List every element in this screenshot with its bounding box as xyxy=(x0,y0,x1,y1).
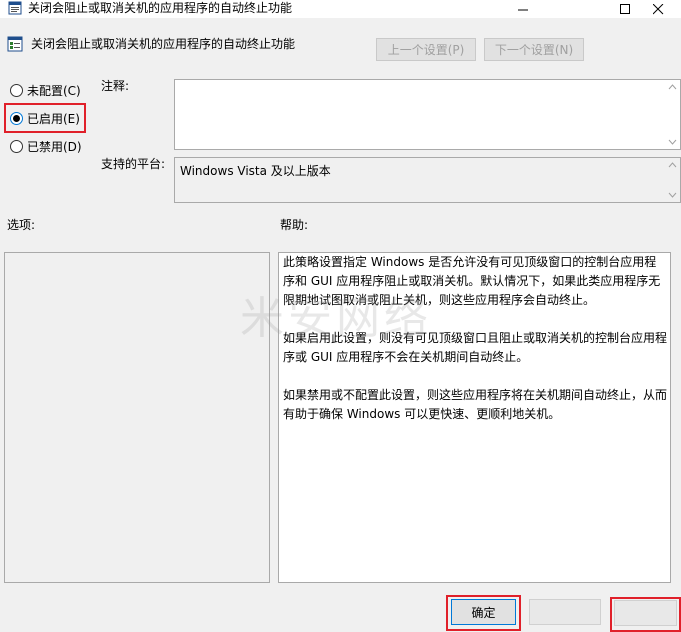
policy-setting-icon xyxy=(7,36,23,52)
window-title: 关闭会阻止或取消关机的应用程序的自动终止功能 xyxy=(28,1,293,15)
platform-value: Windows Vista 及以上版本 xyxy=(180,164,331,178)
maximize-icon xyxy=(619,3,630,14)
radio-button[interactable] xyxy=(10,83,23,97)
minimize-icon xyxy=(517,9,528,10)
help-label: 帮助: xyxy=(280,218,309,232)
radio-label: 已启用(E) xyxy=(27,111,80,126)
apply-button[interactable] xyxy=(614,600,677,626)
help-paragraph: 此策略设置指定 Windows 是否允许没有可见顶级窗口的控制台应用程序和 GU… xyxy=(283,255,661,307)
scroll-up-icon[interactable] xyxy=(668,84,677,90)
minimize-button[interactable] xyxy=(500,0,546,18)
radio-button[interactable] xyxy=(10,139,23,153)
comment-scrollbar[interactable] xyxy=(665,80,680,149)
platform-scrollbar[interactable] xyxy=(665,158,680,202)
policy-app-icon xyxy=(8,1,22,15)
next-setting-button[interactable]: 下一个设置(N) xyxy=(484,38,584,61)
cancel-button[interactable] xyxy=(529,599,601,625)
scroll-up-icon[interactable] xyxy=(668,162,677,168)
radio-not-configured[interactable]: 未配置(C) xyxy=(10,80,81,100)
help-paragraph: 如果禁用或不配置此设置，则这些应用程序将在关机期间自动终止，从而有助于确保 Wi… xyxy=(283,388,668,421)
ok-button[interactable]: 确定 xyxy=(451,599,516,625)
platform-label: 支持的平台: xyxy=(101,157,166,171)
policy-name: 关闭会阻止或取消关机的应用程序的自动终止功能 xyxy=(31,37,296,51)
comment-textarea[interactable] xyxy=(174,79,681,150)
radio-button-checked[interactable] xyxy=(10,111,23,125)
title-bar: 关闭会阻止或取消关机的应用程序的自动终止功能 xyxy=(0,0,681,18)
close-button[interactable] xyxy=(635,0,681,18)
radio-disabled[interactable]: 已禁用(D) xyxy=(10,136,82,156)
help-paragraph: 如果启用此设置，则没有可见顶级窗口且阻止或取消关机的控制台应用程序或 GUI 应… xyxy=(283,331,668,364)
options-label: 选项: xyxy=(7,218,36,232)
scroll-down-icon[interactable] xyxy=(668,139,677,145)
scroll-down-icon[interactable] xyxy=(668,192,677,198)
radio-label: 已禁用(D) xyxy=(27,139,82,154)
platform-field: Windows Vista 及以上版本 xyxy=(174,157,681,203)
radio-enabled[interactable]: 已启用(E) xyxy=(10,108,80,128)
comment-label: 注释: xyxy=(101,79,130,93)
radio-label: 未配置(C) xyxy=(27,83,81,98)
prev-setting-button[interactable]: 上一个设置(P) xyxy=(376,38,476,61)
options-panel xyxy=(4,252,270,583)
close-icon xyxy=(652,3,663,14)
help-text: 此策略设置指定 Windows 是否允许没有可见顶级窗口的控制台应用程序和 GU… xyxy=(283,253,667,443)
